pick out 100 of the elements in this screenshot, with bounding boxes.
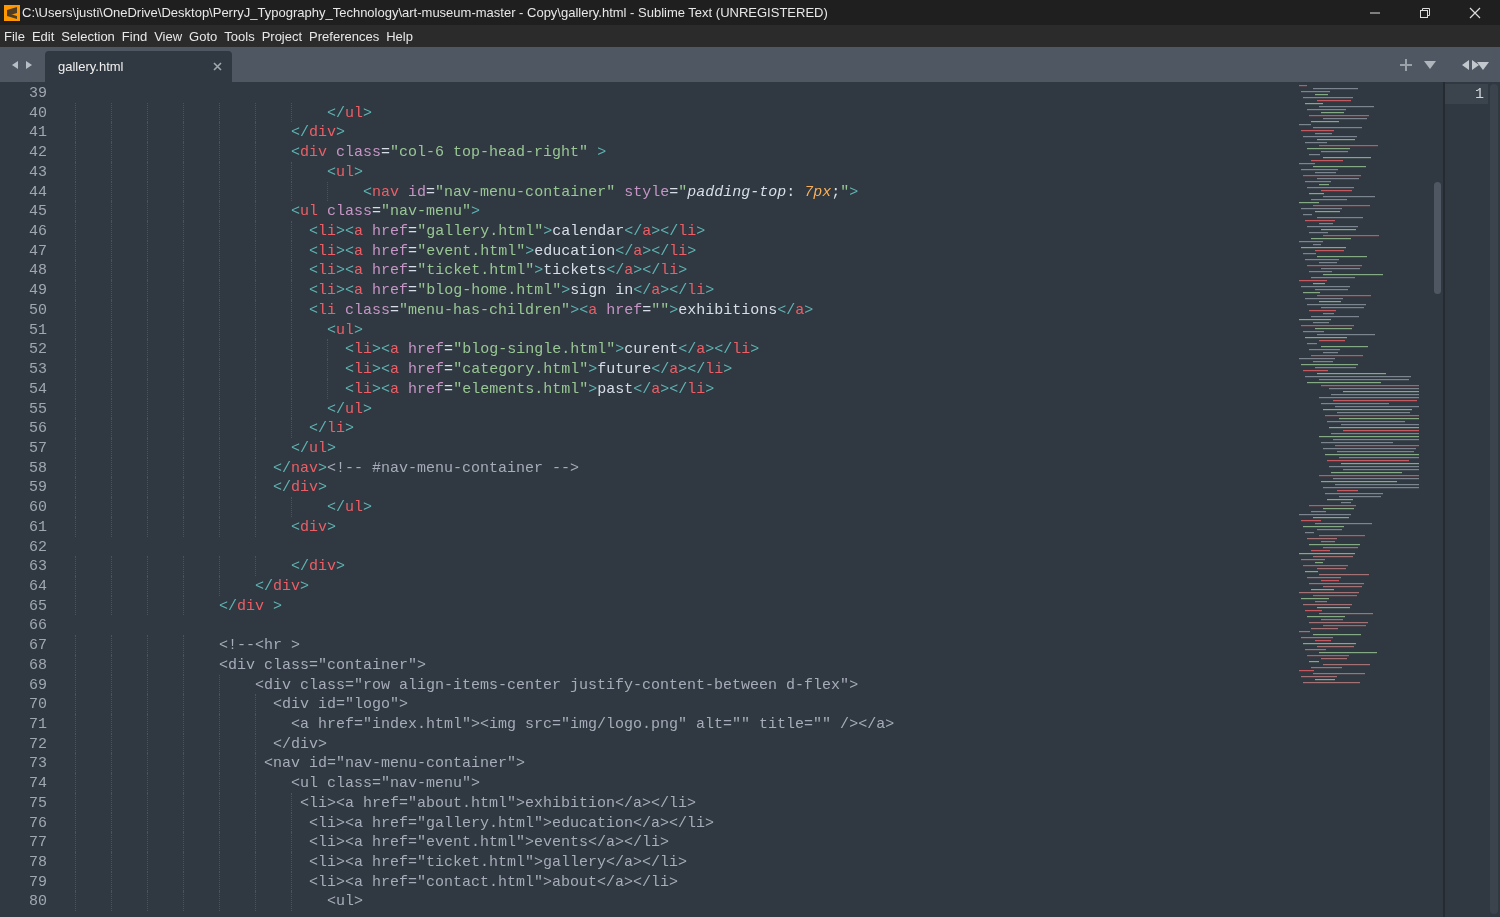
code-line: <ul> (326, 892, 364, 912)
line-number: 53 (29, 360, 47, 379)
plus-icon[interactable] (1400, 58, 1412, 71)
window-title: C:\Users\justi\OneDrive\Desktop\PerryJ_Typography_Technology\art-museum-master - Copy\gallery.html - Sublime Text (UNREGISTERED) (22, 3, 828, 22)
code-line: <ul class="nav-menu"> (290, 774, 481, 793)
line-number: 72 (29, 734, 47, 754)
code-line: <li><a href="event.html">education</a></li> (308, 241, 697, 261)
code-line: </li> (308, 419, 355, 438)
line-number: 73 (29, 754, 47, 774)
code-line: </ul> (326, 399, 373, 419)
tab[interactable]: gallery.html (45, 51, 232, 82)
line-number: 47 (29, 241, 47, 261)
code-line: <li><a href="blog-home.html">sign in</a></li> (308, 281, 715, 300)
line-number: 64 (29, 576, 47, 596)
code-line: <li><a href="blog-single.html">curent</a></li> (344, 340, 760, 360)
line-number: 68 (29, 655, 47, 675)
line-number: 71 (29, 715, 47, 734)
code-line: </div> (254, 576, 310, 596)
line-number: 58 (29, 458, 47, 478)
line-number: 49 (29, 281, 47, 300)
line-number: 40 (29, 103, 47, 123)
restore-icon (1419, 6, 1431, 19)
code-line: <div class="row align-items-center justify-content-between d-flex"> (254, 675, 859, 695)
menu-item[interactable]: Help (386, 29, 413, 43)
code-line: <ul> (326, 162, 364, 182)
scrollbar-thumb[interactable] (1433, 182, 1441, 294)
close-icon[interactable] (213, 62, 222, 71)
line-number: 75 (29, 793, 47, 813)
code-line: <!--<hr > (218, 636, 301, 655)
code-line: </ul> (290, 438, 337, 458)
line-number: 69 (29, 675, 47, 695)
code-line: <li><a href="ticket.html">tickets</a></li> (308, 261, 688, 281)
line-number: 51 (29, 320, 47, 340)
code-line: <li><a href="gallery.html">calendar</a></li> (308, 222, 706, 241)
code-line: </div> (290, 557, 346, 576)
previous-arrow-icon[interactable] (10, 59, 20, 70)
code-line: <li><a href="ticket.html">gallery</a></li> (308, 853, 688, 872)
code-line: <li><a href="about.html">exhibition</a></li> (299, 793, 697, 813)
line-number: 54 (29, 379, 47, 399)
line-number: 80 (29, 892, 47, 912)
menu-item[interactable]: View (154, 29, 183, 43)
code-line: <li><a href="gallery.html">education</a></li> (308, 813, 715, 833)
line-number: 59 (29, 478, 47, 498)
code-line: <nav id="nav-menu-container"> (263, 754, 526, 774)
line-number: 76 (29, 813, 47, 833)
menu-item[interactable]: Preferences (309, 29, 380, 43)
line-number: 46 (29, 222, 47, 241)
menu-item[interactable]: Find (121, 29, 148, 43)
line-number: 45 (29, 202, 47, 222)
line-number: 70 (29, 695, 47, 714)
menu-item[interactable]: Tools (224, 29, 255, 43)
scroll-tabs-icon[interactable] (1460, 58, 1490, 71)
dropdown-icon[interactable] (1424, 59, 1436, 70)
line-number: 44 (29, 182, 47, 202)
next-arrow-icon[interactable] (24, 59, 34, 70)
line-number: 42 (29, 143, 47, 162)
line-number: 61 (29, 517, 47, 537)
code-line: <div class="container"> (218, 655, 427, 675)
code-line: <div class="col-6 top-head-right" > (290, 143, 607, 162)
line-number: 56 (29, 419, 47, 438)
line-number: 65 (29, 596, 47, 616)
line-number: 55 (29, 399, 47, 419)
code-line: </div > (218, 596, 283, 616)
line-number: 41 (29, 123, 47, 143)
code-line: <li><a href="event.html">events</a></li> (308, 833, 670, 853)
line-number: 78 (29, 853, 47, 872)
line-number: 74 (29, 774, 47, 793)
code-line: <li class="menu-has-children"><a href="">exhibitions</a> (308, 300, 814, 320)
line-number: 63 (29, 557, 47, 576)
code-line: </nav><!-- #nav-menu-container --> (272, 458, 580, 478)
line-number: 67 (29, 636, 47, 655)
menu-item[interactable]: Goto (189, 29, 218, 43)
line-number: 77 (29, 833, 47, 853)
code-line: </ul> (326, 103, 373, 123)
line-number: 39 (29, 84, 47, 103)
code-line: </div> (272, 734, 328, 754)
code-line: <div> (290, 517, 337, 537)
menu-item[interactable]: Project (261, 29, 303, 43)
code-line: <nav id="nav-menu-container" style="padding-top: 7px;"> (362, 182, 859, 202)
code-line: <ul> (326, 320, 364, 340)
menu-item[interactable]: Edit (31, 29, 55, 43)
code-line: <li><a href="elements.html">past</a></li> (344, 379, 715, 399)
line-number: 62 (29, 537, 47, 557)
menu-item[interactable]: Selection (61, 29, 115, 43)
line-number: 50 (29, 300, 47, 320)
line-number: 66 (29, 616, 47, 636)
code-line: <a href="index.html"><img src="img/logo.png" alt="" title="" /></a> (290, 715, 895, 734)
line-number: 79 (29, 872, 47, 892)
code-line: </div> (290, 123, 346, 143)
line-number: 60 (29, 498, 47, 517)
code-line: </div> (272, 478, 328, 498)
line-number: 48 (29, 261, 47, 281)
code-line: <li><a href="category.html">future</a></li> (344, 360, 733, 379)
app-logo-icon (4, 4, 20, 21)
code-line: <li><a href="contact.html">about</a></li> (308, 872, 679, 892)
tab-label: gallery.html (58, 57, 124, 76)
line-number: 57 (29, 438, 47, 458)
menu-item[interactable]: File (4, 29, 25, 43)
code-line: <ul class="nav-menu"> (290, 202, 481, 222)
line-number: 1 (1475, 85, 1484, 104)
